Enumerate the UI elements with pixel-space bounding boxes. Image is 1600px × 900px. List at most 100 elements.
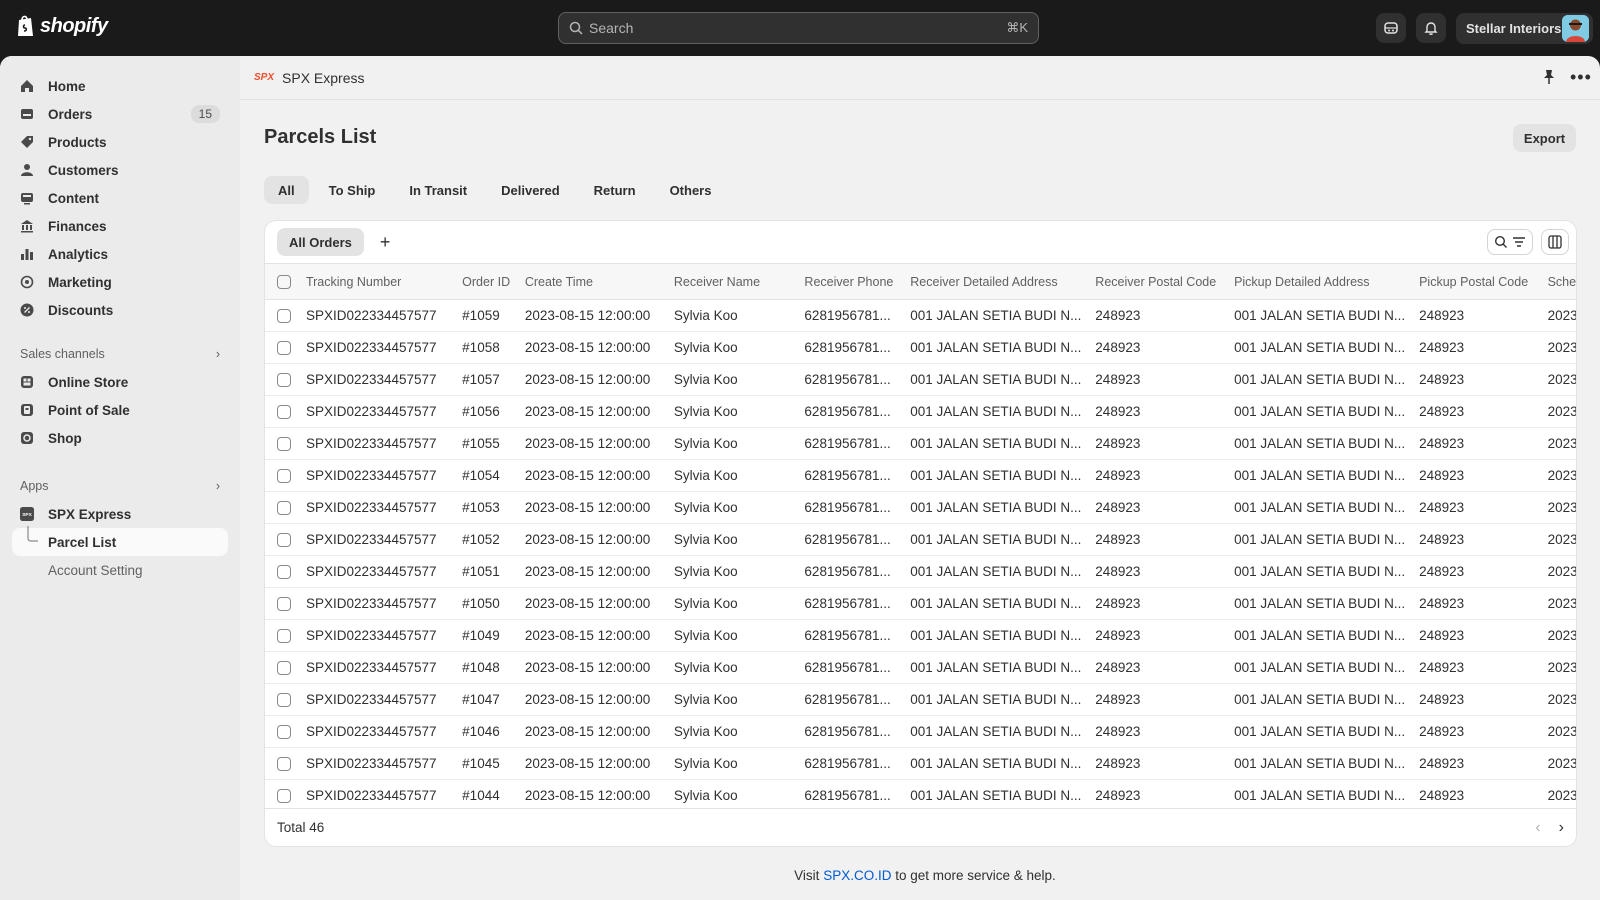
table-cell: #1059 (456, 299, 519, 332)
sidebar-item-home[interactable]: Home (12, 72, 228, 100)
row-select-cell (265, 331, 300, 364)
table-cell: 2023-08-1 (1541, 619, 1576, 652)
table-cell: 2023-08-15 12:00:00 (518, 299, 668, 332)
row-select-cell (265, 619, 300, 652)
table-cell: #1055 (456, 427, 519, 460)
select-all-checkbox[interactable] (277, 274, 291, 289)
next-page-button[interactable]: › (1559, 819, 1564, 837)
apps-header[interactable]: Apps › (12, 472, 228, 500)
table-header-row: Tracking Number Order ID Create Time Receiv… (265, 263, 1576, 300)
tab-in-transit[interactable]: In Transit (395, 176, 481, 204)
table-row[interactable]: SPXID022334457577 #1051 2023-08-15 12:00:0… (265, 555, 1576, 588)
row-checkbox[interactable] (277, 789, 291, 804)
sidebar-item-orders[interactable]: Orders 15 (12, 100, 228, 128)
table-row[interactable]: SPXID022334457577 #1049 2023-08-15 12:00:0… (265, 619, 1576, 652)
table-row[interactable]: SPXID022334457577 #1054 2023-08-15 12:00:0… (265, 459, 1576, 492)
column-header[interactable]: Receiver Phone (798, 263, 905, 300)
sidebar-item-account-setting[interactable]: Account Setting (12, 556, 228, 584)
tab-others[interactable]: Others (656, 176, 726, 204)
table-row[interactable]: SPXID022334457577 #1059 2023-08-15 12:00:0… (265, 299, 1576, 332)
column-header[interactable]: Receiver Postal Code (1089, 263, 1229, 300)
row-checkbox[interactable] (277, 341, 291, 356)
table-cell: 6281956781... (798, 651, 905, 684)
row-checkbox[interactable] (277, 565, 291, 580)
more-actions-icon[interactable]: ••• (1570, 67, 1592, 88)
sidebar-item-analytics[interactable]: Analytics (12, 240, 228, 268)
notifications-button[interactable] (1416, 13, 1446, 43)
table-row[interactable]: SPXID022334457577 #1048 2023-08-15 12:00:0… (265, 651, 1576, 684)
row-checkbox[interactable] (277, 757, 291, 772)
row-checkbox[interactable] (277, 725, 291, 740)
previous-page-button[interactable]: ‹ (1535, 819, 1540, 837)
table-cell: #1045 (456, 747, 519, 780)
table-cell: 001 JALAN SETIA BUDI N... (904, 683, 1090, 716)
sidebar-item-spx-express[interactable]: SPX SPX Express (12, 500, 228, 528)
sidebar-item-customers[interactable]: Customers (12, 156, 228, 184)
spx-website-link[interactable]: SPX.CO.ID (823, 868, 891, 883)
sidebar-item-shop[interactable]: Shop (12, 424, 228, 452)
sidebar-item-parcel-list[interactable]: Parcel List (12, 526, 228, 556)
view-tab-all-orders[interactable]: All Orders (277, 228, 364, 256)
sidebar-item-online-store[interactable]: Online Store (12, 368, 228, 396)
table-row[interactable]: SPXID022334457577 #1053 2023-08-15 12:00:0… (265, 491, 1576, 524)
sidebar-item-point-of-sale[interactable]: Point of Sale (12, 396, 228, 424)
tab-all[interactable]: All (264, 176, 309, 204)
row-checkbox[interactable] (277, 693, 291, 708)
store-menu-button[interactable]: Stellar Interiors (1456, 13, 1593, 44)
row-checkbox[interactable] (277, 629, 291, 644)
sidebar-item-discounts[interactable]: Discounts (12, 296, 228, 324)
table-cell: 001 JALAN SETIA BUDI N... (1228, 651, 1414, 684)
row-checkbox[interactable] (277, 597, 291, 612)
pin-icon[interactable] (1542, 69, 1556, 88)
column-header[interactable]: Receiver Detailed Address (904, 263, 1090, 300)
shopify-logo[interactable]: shopify (16, 14, 108, 38)
row-checkbox[interactable] (277, 501, 291, 516)
table-cell: 001 JALAN SETIA BUDI N... (1228, 299, 1414, 332)
sidebar-item-finances[interactable]: Finances (12, 212, 228, 240)
table-row[interactable]: SPXID022334457577 #1056 2023-08-15 12:00:0… (265, 395, 1576, 428)
status-tabs: All To Ship In Transit Delivered Return Other… (264, 176, 725, 204)
row-checkbox[interactable] (277, 469, 291, 484)
column-header[interactable]: Order ID (456, 263, 519, 300)
table-cell: 6281956781... (798, 587, 905, 620)
table-row[interactable]: SPXID022334457577 #1046 2023-08-15 12:00:0… (265, 715, 1576, 748)
table-row[interactable]: SPXID022334457577 #1045 2023-08-15 12:00:0… (265, 747, 1576, 780)
sidebar-item-products[interactable]: Products (12, 128, 228, 156)
table-cell: 001 JALAN SETIA BUDI N... (1228, 715, 1414, 748)
search-filter-button[interactable] (1487, 229, 1533, 255)
row-checkbox[interactable] (277, 309, 291, 324)
table-cell: 001 JALAN SETIA BUDI N... (904, 651, 1090, 684)
sidekick-button[interactable] (1376, 13, 1406, 43)
table-cell: SPXID022334457577 (299, 587, 457, 620)
table-row[interactable]: SPXID022334457577 #1047 2023-08-15 12:00:0… (265, 683, 1576, 716)
column-header[interactable]: Tracking Number (299, 263, 457, 300)
column-header[interactable]: Receiver Name (667, 263, 799, 300)
column-header[interactable]: Create Time (518, 263, 668, 300)
table-row[interactable]: SPXID022334457577 #1044 2023-08-15 12:00:0… (265, 779, 1576, 812)
row-checkbox[interactable] (277, 533, 291, 548)
table-cell: 6281956781... (798, 555, 905, 588)
sales-channels-header[interactable]: Sales channels › (12, 340, 228, 368)
column-header[interactable]: Scheduled P (1541, 263, 1576, 300)
export-button[interactable]: Export (1513, 124, 1576, 152)
table-cell: SPXID022334457577 (299, 651, 457, 684)
sidebar-item-content[interactable]: Content (12, 184, 228, 212)
row-checkbox[interactable] (277, 405, 291, 420)
row-checkbox[interactable] (277, 437, 291, 452)
row-checkbox[interactable] (277, 373, 291, 388)
column-header[interactable]: Pickup Detailed Address (1228, 263, 1414, 300)
tab-to-ship[interactable]: To Ship (315, 176, 390, 204)
table-row[interactable]: SPXID022334457577 #1058 2023-08-15 12:00:0… (265, 331, 1576, 364)
row-checkbox[interactable] (277, 661, 291, 676)
column-header[interactable]: Pickup Postal Code (1413, 263, 1542, 300)
table-row[interactable]: SPXID022334457577 #1055 2023-08-15 12:00:0… (265, 427, 1576, 460)
columns-button[interactable] (1541, 229, 1569, 255)
tab-delivered[interactable]: Delivered (487, 176, 574, 204)
table-row[interactable]: SPXID022334457577 #1052 2023-08-15 12:00:0… (265, 523, 1576, 556)
search-input[interactable]: Search ⌘K (558, 12, 1039, 44)
sidebar-item-marketing[interactable]: Marketing (12, 268, 228, 296)
add-view-button[interactable]: + (380, 232, 391, 253)
table-row[interactable]: SPXID022334457577 #1057 2023-08-15 12:00:0… (265, 363, 1576, 396)
tab-return[interactable]: Return (580, 176, 650, 204)
table-row[interactable]: SPXID022334457577 #1050 2023-08-15 12:00:0… (265, 587, 1576, 620)
